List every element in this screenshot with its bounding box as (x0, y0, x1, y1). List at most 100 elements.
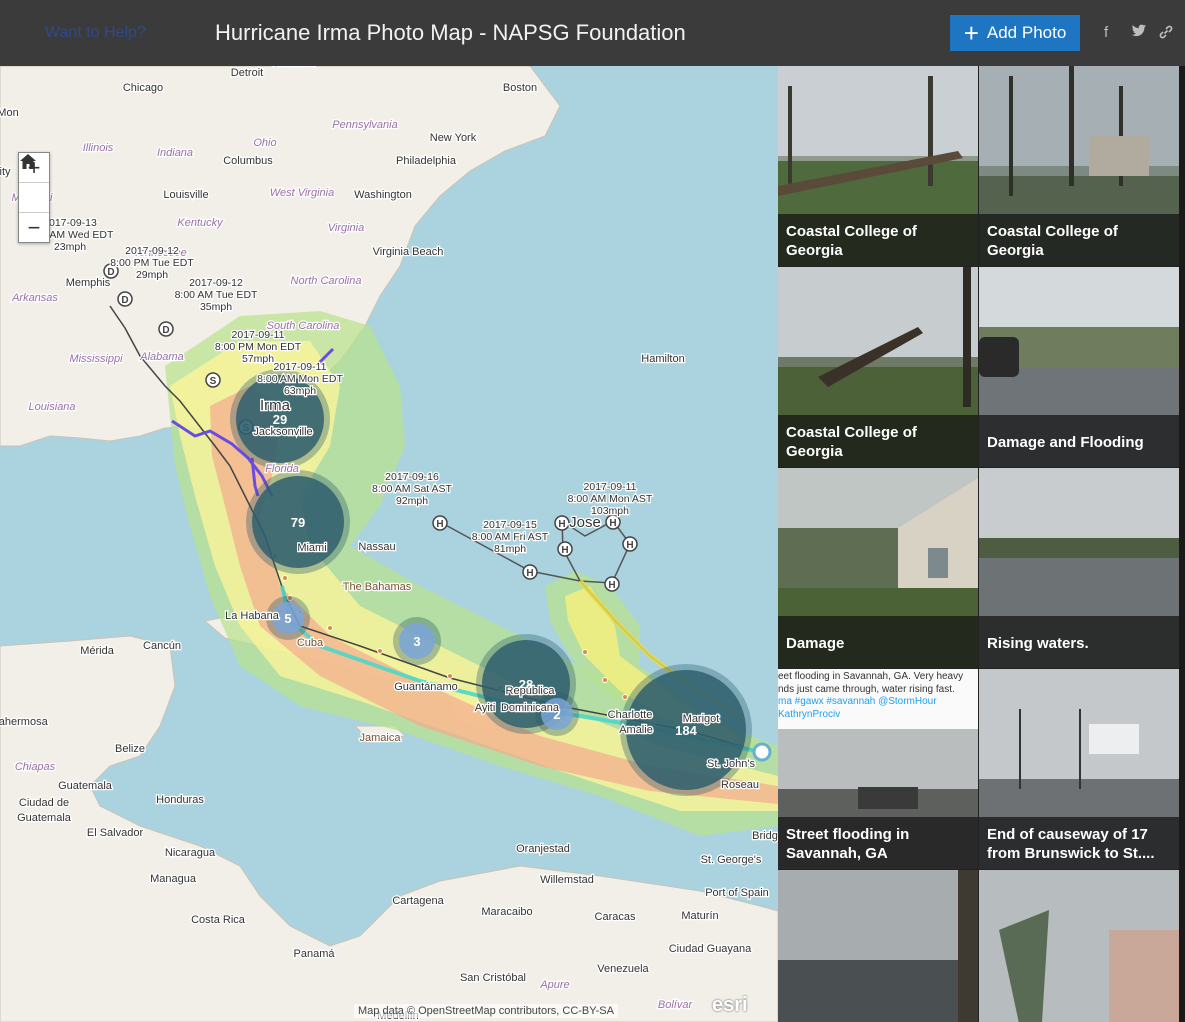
photo-tile[interactable] (979, 870, 1179, 1022)
photo-tile[interactable]: Coastal College of Georgia (778, 267, 978, 467)
place-label-detroit: Detroit (231, 67, 263, 79)
place-label-dominicana: Dominicana (501, 702, 560, 714)
place-label-amalie: Amalie (619, 724, 653, 736)
place-label-indiana: Indiana (157, 147, 193, 159)
track-label-t1: 2017-09-13 (43, 217, 97, 229)
photo-storm-sea (778, 870, 978, 1022)
place-label-ciudadguayana: Ciudad Guayana (669, 943, 752, 955)
place-label-virginia: Virginia (328, 222, 365, 234)
track-label-t4: 2017-09-11 (232, 329, 285, 341)
place-label-miami: Miami (297, 542, 326, 554)
place-label-caracas: Caracas (595, 911, 636, 923)
facebook-icon[interactable]: f (1104, 24, 1108, 41)
track-point (377, 648, 383, 654)
storm-marker-letter: H (436, 519, 443, 530)
place-label-sancristobal: San Cristóbal (460, 972, 526, 984)
photo-caption: Rising waters. (979, 616, 1179, 668)
track-label-t3: 8:00 AM Tue EDT (175, 289, 258, 301)
home-button[interactable] (19, 154, 49, 213)
plus-icon: + (963, 18, 979, 48)
place-label-florida: Florida (265, 463, 299, 475)
place-label-kentucky: Kentucky (177, 217, 224, 229)
track-label-t8: 103mph (591, 505, 629, 517)
track-label-t6: 2017-09-16 (385, 471, 439, 483)
place-label-panama: Panamá (294, 948, 336, 960)
place-label-honduras: Honduras (156, 794, 204, 806)
storm-marker-letter: H (609, 518, 616, 529)
track-label-t5: 63mph (284, 385, 316, 397)
add-photo-button[interactable]: + Add Photo (950, 15, 1080, 51)
place-label-pennsylvania: Pennsylvania (332, 119, 397, 131)
map-attribution: Map data © OpenStreetMap contributors, C… (354, 1004, 618, 1018)
track-label-t8: 8:00 AM Mon AST (568, 493, 653, 505)
zoom-out-button[interactable]: − (19, 213, 49, 242)
place-label-philadelphia: Philadelphia (396, 155, 457, 167)
photo-caption: Coastal College of Georgia (778, 415, 978, 467)
place-label-marigot: Marigot (683, 713, 720, 725)
place-label-columbus: Columbus (223, 155, 273, 167)
track-label-t7: 8:00 AM Fri AST (472, 531, 549, 543)
track-label-t6: 92mph (396, 495, 428, 507)
place-label-stjohns: St. John's (707, 758, 755, 770)
track-point (582, 649, 588, 655)
place-label-belize: Belize (115, 743, 145, 755)
link-icon[interactable] (1158, 24, 1174, 44)
place-label-portofspain: Port of Spain (705, 887, 769, 899)
place-label-guantanamo: Guantánamo (394, 681, 458, 693)
twitter-icon[interactable] (1131, 24, 1147, 42)
place-label-newyork: New York (430, 132, 477, 144)
photo-cluster-count: 184 (675, 723, 697, 738)
want-to-help-link[interactable]: Want to Help? (45, 24, 146, 42)
place-label-northcarolina: North Carolina (291, 275, 362, 287)
hurricane-map[interactable]: DDDSSHHHHHHH 297953282184 ChicagoDetroit… (0, 66, 778, 1022)
place-label-irma: Irma (260, 397, 291, 414)
place-label-cuba: Cuba (297, 637, 324, 649)
photo-tile[interactable]: Coastal College of Georgia (979, 66, 1179, 266)
place-label-cancun: Cancún (143, 640, 181, 652)
place-label-bridgetown: Bridg (752, 830, 778, 842)
current-position-marker[interactable] (752, 742, 772, 762)
place-label-jamaica: Jamaica (360, 732, 402, 744)
track-label-t4: 8:00 PM Mon EDT (215, 341, 302, 353)
track-label-t2: 2017-09-12 (125, 245, 179, 257)
photo-gallery: Coastal College of Georgia Coastal Colle… (778, 66, 1185, 1022)
gallery-scrollbar[interactable] (1179, 66, 1185, 1022)
track-point (602, 677, 608, 683)
track-label-t2: 8:00 PM Tue EDT (110, 257, 194, 269)
track-point (622, 694, 628, 700)
track-label-t3: 2017-09-12 (189, 277, 243, 289)
tweet-overlay: eet flooding in Savannah, GA. Very heavy… (778, 671, 964, 720)
place-label-stgeorges: St. George's (701, 854, 762, 866)
photo-tile[interactable]: Rising waters. (979, 468, 1179, 668)
photo-tile[interactable] (778, 870, 978, 1022)
photo-tile[interactable]: Damage and Flooding (979, 267, 1179, 467)
storm-marker-letter: H (626, 540, 633, 551)
track-label-t2: 29mph (136, 269, 168, 281)
place-label-costarica: Costa Rica (191, 914, 246, 926)
place-label-venezuela: Venezuela (597, 963, 649, 975)
photo-tile[interactable]: Damage (778, 468, 978, 668)
place-label-nassau: Nassau (358, 541, 395, 553)
photo-tile[interactable]: eet flooding in Savannah, GA. Very heavy… (778, 669, 978, 869)
place-label-jacksonville: Jacksonville (253, 426, 312, 438)
photo-caption: Damage (778, 616, 978, 668)
photo-caption: End of causeway of 17 from Brunswick to … (979, 817, 1179, 869)
map-canvas[interactable]: DDDSSHHHHHHH 297953282184 ChicagoDetroit… (0, 66, 778, 1022)
page-title: Hurricane Irma Photo Map - NAPSG Foundat… (215, 20, 686, 45)
place-label-louisiana: Louisiana (28, 401, 75, 413)
photo-tile[interactable]: End of causeway of 17 from Brunswick to … (979, 669, 1179, 869)
home-icon (20, 154, 36, 169)
photo-tile[interactable]: Coastal College of Georgia (778, 66, 978, 266)
storm-marker-letter: H (561, 545, 568, 556)
zoom-control: + − (18, 152, 50, 243)
photo-caption: Coastal College of Georgia (778, 214, 978, 266)
app-header: Want to Help? Hurricane Irma Photo Map -… (0, 0, 1185, 67)
track-label-t5: 8:00 AM Mon EDT (257, 373, 343, 385)
place-label-ciudadguatemala2: Guatemala (17, 812, 72, 824)
place-label-ity: ity (0, 166, 11, 178)
place-label-elsalvador: El Salvador (87, 827, 144, 839)
track-point (447, 673, 453, 679)
photo-cluster-count: 29 (273, 412, 287, 427)
place-label-chicago: Chicago (123, 82, 163, 94)
place-label-maturin: Maturín (681, 910, 718, 922)
